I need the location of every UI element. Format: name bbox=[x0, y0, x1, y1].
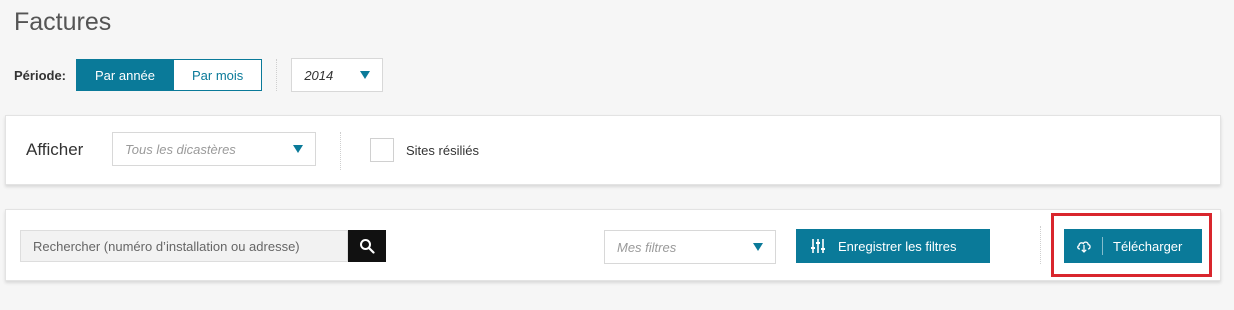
search-input-placeholder: Rechercher (numéro d’installation ou adr… bbox=[33, 238, 300, 254]
caret-down-icon bbox=[753, 243, 763, 251]
cloud-download-icon bbox=[1077, 241, 1091, 253]
divider bbox=[340, 132, 341, 170]
save-filters-button[interactable]: Enregistrer les filtres bbox=[796, 229, 990, 263]
afficher-label: Afficher bbox=[26, 140, 84, 159]
button-separator bbox=[1102, 237, 1103, 255]
period-label: Période: bbox=[14, 67, 67, 83]
period-row: Période: Par année Par mois 2014 bbox=[14, 58, 384, 92]
caret-down-icon bbox=[360, 71, 371, 79]
year-select-value: 2014 bbox=[304, 67, 334, 83]
period-by-year-button[interactable]: Par année bbox=[76, 59, 175, 91]
save-filters-label: Enregistrer les filtres bbox=[838, 238, 957, 254]
search-icon bbox=[360, 239, 375, 254]
sliders-icon bbox=[811, 239, 825, 253]
dicasteres-select[interactable]: Tous les dicastères bbox=[112, 132, 316, 166]
search-button[interactable] bbox=[348, 230, 386, 262]
download-label: Télécharger bbox=[1113, 238, 1183, 254]
dicasteres-placeholder: Tous les dicastères bbox=[125, 141, 236, 157]
download-button[interactable]: Télécharger bbox=[1064, 229, 1202, 263]
year-select[interactable]: 2014 bbox=[291, 58, 384, 92]
sites-resilies-checkbox[interactable] bbox=[370, 138, 394, 162]
period-toggle: Par année Par mois bbox=[76, 59, 263, 91]
filters-panel: Afficher Tous les dicastères Sites résil… bbox=[5, 115, 1221, 185]
page-title: Factures bbox=[14, 8, 112, 36]
my-filters-select[interactable]: Mes filtres bbox=[604, 230, 776, 264]
caret-down-icon bbox=[293, 145, 303, 153]
search-input[interactable]: Rechercher (numéro d’installation ou adr… bbox=[20, 230, 348, 262]
sites-resilies-label: Sites résiliés bbox=[406, 143, 479, 158]
search-panel: Rechercher (numéro d’installation ou adr… bbox=[5, 209, 1221, 281]
divider bbox=[276, 59, 278, 91]
period-by-month-button[interactable]: Par mois bbox=[174, 59, 263, 91]
my-filters-placeholder: Mes filtres bbox=[617, 239, 677, 255]
divider bbox=[1040, 226, 1041, 264]
